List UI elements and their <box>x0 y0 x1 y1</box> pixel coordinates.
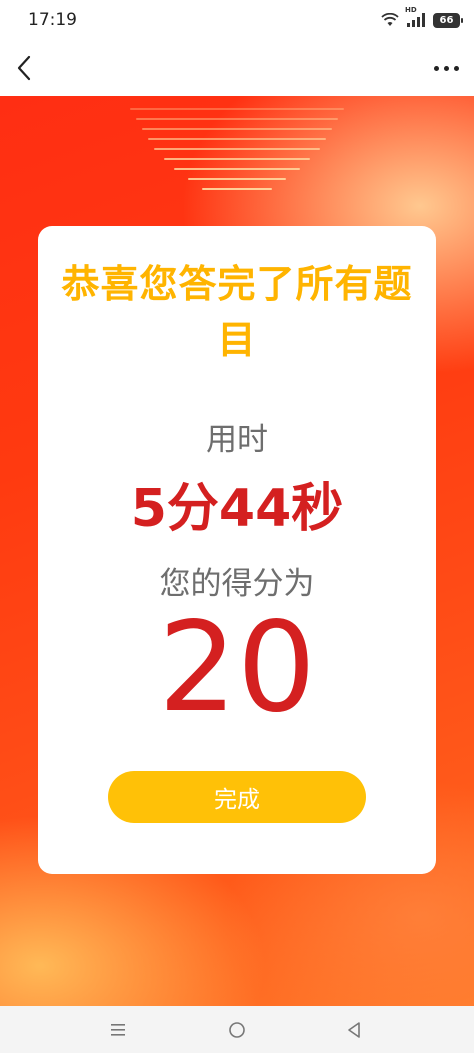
nav-bar <box>0 40 474 96</box>
status-time: 17:19 <box>28 10 77 30</box>
back-button[interactable] <box>6 50 42 86</box>
menu-button[interactable] <box>104 1016 132 1044</box>
battery-icon: 66 <box>433 12 463 28</box>
back-triangle-icon <box>348 1022 360 1038</box>
done-button[interactable]: 完成 <box>108 771 366 823</box>
chevron-left-icon <box>17 55 31 81</box>
score-value: 20 <box>158 596 316 740</box>
status-bar: 17:19 HD 66 <box>0 0 474 40</box>
result-title: 恭喜您答完了所有题目 <box>61 262 413 362</box>
system-nav-bar <box>0 1006 474 1053</box>
menu-icon <box>111 1024 125 1036</box>
wifi-icon <box>381 13 399 26</box>
status-icons: HD 66 <box>381 6 463 30</box>
home-button[interactable] <box>223 1016 251 1044</box>
more-button[interactable] <box>424 50 468 86</box>
result-background: 恭喜您答完了所有题目 用时 5分44秒 您的得分为 20 完成 <box>0 96 474 1006</box>
result-card: 恭喜您答完了所有题目 用时 5分44秒 您的得分为 20 完成 <box>38 226 436 874</box>
battery-level: 66 <box>439 14 454 26</box>
cell-signal: HD <box>405 6 427 28</box>
system-back-button[interactable] <box>340 1016 368 1044</box>
more-dot <box>453 65 459 71</box>
signal-icon <box>407 13 425 27</box>
more-dot <box>433 65 439 71</box>
time-label: 用时 <box>206 422 268 458</box>
time-value: 5分44秒 <box>130 479 344 539</box>
more-dot <box>443 65 449 71</box>
decorative-lines <box>130 104 344 194</box>
home-circle-icon <box>229 1022 245 1038</box>
